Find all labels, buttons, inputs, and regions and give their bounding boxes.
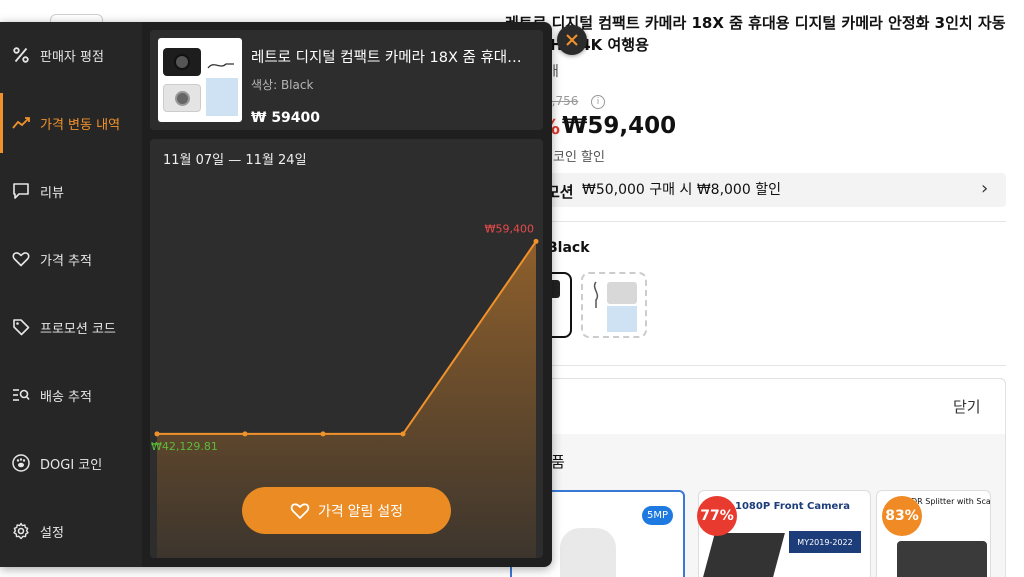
max-price-label: ₩59,400 <box>485 222 534 235</box>
sidebar-item-price-tracking[interactable]: 가격 추적 <box>0 229 142 289</box>
product-thumbnail <box>158 38 242 122</box>
price-alert-button[interactable]: 가격 알림 설정 <box>242 487 451 534</box>
chevron-right-icon[interactable]: › <box>981 178 988 199</box>
product-summary-card: 레트로 디지털 컴팩트 카메라 18X 줌 휴대용 디지털 카메라 안정화 3인… <box>150 30 543 130</box>
price-chart-card: 11월 07일 — 11월 24일 ₩42,129.81 ₩59,400 가격 알… <box>150 139 543 558</box>
trend-line-icon <box>12 114 30 132</box>
product-name: 레트로 디지털 컴팩트 카메라 18X 줌 휴대용 디지털 카메라 안정화 3인… <box>251 50 531 66</box>
sidebar-item-dogi-coin[interactable]: DOGI 코인 <box>0 433 142 493</box>
recommend-panel-header <box>520 378 1006 434</box>
price-point-11-13 <box>320 431 326 437</box>
sidebar-item-promo-code[interactable]: 프로모션 코드 <box>0 297 142 357</box>
sidebar-item-label: 리뷰 <box>40 185 64 201</box>
camera-product-image <box>560 528 616 577</box>
comment-icon <box>12 182 30 200</box>
product-price: ₩ 59400 <box>251 110 321 126</box>
white-camera-image <box>163 84 201 112</box>
discount-badge: 83% <box>882 496 922 536</box>
bg-color-label: Black <box>547 240 590 256</box>
recommend-title: 품 <box>551 453 565 471</box>
sidebar-item-price-history[interactable]: 가격 변동 내역 <box>0 93 142 153</box>
lens <box>174 54 190 70</box>
camera-white-thumbnail <box>607 282 637 304</box>
sidebar-item-label: 배송 추적 <box>40 389 92 405</box>
price-tracker-overlay: 판매자 평점 가격 변동 내역 리뷰 가격 추적 프로모션 코드 배송 추적 D… <box>0 22 552 567</box>
price-alert-label: 가격 알림 설정 <box>317 502 404 519</box>
tag-icon <box>12 318 30 336</box>
card-subtitle: MY2019-2022 <box>789 531 861 553</box>
package-box-image <box>206 78 238 116</box>
sidebar-item-label: DOGI 코인 <box>40 457 103 473</box>
bg-coin-discount: 코인 할인 <box>553 150 605 165</box>
price-point-11-16 <box>400 431 406 437</box>
price-point-11-10 <box>242 431 248 437</box>
sidebar-item-label: 가격 변동 내역 <box>40 117 121 133</box>
color-swatch-white[interactable] <box>581 272 647 338</box>
sidebar-item-shipping-tracking[interactable]: 배송 추적 <box>0 365 142 425</box>
heart-icon <box>290 502 310 519</box>
card-tag: 5MP <box>641 506 673 525</box>
gear-icon <box>12 522 30 540</box>
info-icon[interactable]: i <box>591 95 605 109</box>
splitter-product-image <box>897 541 987 577</box>
sidebar-item-label: 프로모션 코드 <box>40 321 116 337</box>
card-title: 1080P Front Camera <box>735 501 850 512</box>
price-point-11-24 <box>533 238 539 244</box>
sidebar-item-reviews[interactable]: 리뷰 <box>0 161 142 221</box>
sidebar-item-seller-rating[interactable]: 판매자 평점 <box>0 25 142 85</box>
strap-icon <box>593 281 599 308</box>
close-icon <box>566 34 578 46</box>
percent-icon <box>12 46 30 64</box>
overlay-sidebar: 판매자 평점 가격 변동 내역 리뷰 가격 추적 프로모션 코드 배송 추적 D… <box>0 22 142 567</box>
sidebar-item-label: 가격 추적 <box>40 253 92 269</box>
search-list-icon <box>12 386 30 404</box>
price-point-11-07 <box>154 431 160 437</box>
close-panel-button[interactable]: 닫기 <box>953 396 981 417</box>
dashcam-product-image <box>703 533 785 577</box>
paw-icon <box>12 454 30 472</box>
strap-icon <box>207 63 234 69</box>
sidebar-item-settings[interactable]: 설정 <box>0 501 142 561</box>
box-thumbnail <box>607 306 637 332</box>
min-price-label: ₩42,129.81 <box>151 440 218 453</box>
sidebar-item-label: 판매자 평점 <box>40 49 104 65</box>
product-option: 색상: Black <box>251 78 314 92</box>
divider <box>520 365 1006 366</box>
heart-icon <box>12 250 30 268</box>
lens <box>175 91 190 106</box>
bg-promo-text: ₩50,000 구매 시 ₩8,000 할인 <box>582 182 781 198</box>
close-overlay-button[interactable] <box>557 25 587 55</box>
sidebar-item-label: 설정 <box>40 525 64 541</box>
divider <box>520 221 1006 222</box>
price-history-content: 레트로 디지털 컴팩트 카메라 18X 줌 휴대용 디지털 카메라 안정화 3인… <box>142 22 552 567</box>
black-camera-image <box>163 48 201 76</box>
bg-price: ₩59,400 <box>562 113 677 139</box>
discount-badge: 77% <box>697 496 737 536</box>
